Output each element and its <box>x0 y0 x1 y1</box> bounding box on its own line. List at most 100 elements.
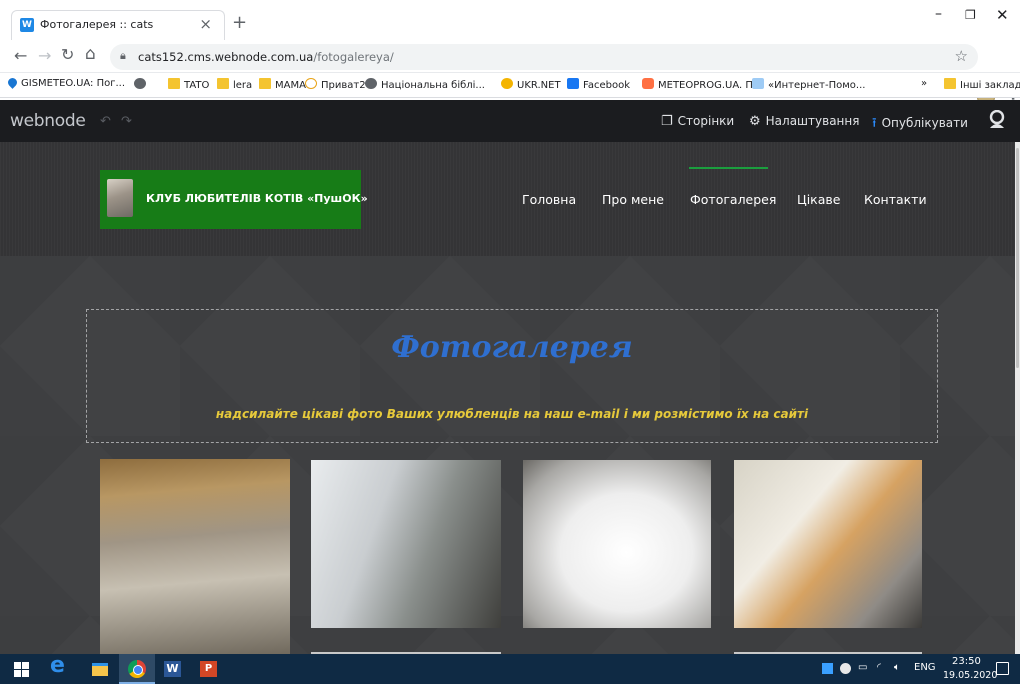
battery-icon[interactable]: ▭ <box>858 662 867 673</box>
file-explorer-icon[interactable] <box>92 663 108 676</box>
folder-icon <box>259 78 271 89</box>
reload-icon[interactable]: ↻ <box>61 45 74 64</box>
bookmark-label: «Интернет-Помо... <box>768 80 866 91</box>
redo-icon[interactable]: ↷ <box>121 114 132 129</box>
gallery-heading[interactable]: Фотогалерея <box>87 330 937 365</box>
close-window-icon[interactable]: ✕ <box>996 6 1009 24</box>
folder-icon <box>944 78 956 89</box>
bookmark-lera[interactable]: lera <box>217 78 252 91</box>
bookmark-internet-help[interactable]: «Интернет-Помо... <box>752 78 865 91</box>
publish-button[interactable]: ⭱ Опублікувати <box>872 114 968 136</box>
bookmark-library[interactable]: Національна біблі... <box>365 78 485 91</box>
site-header: КЛУБ ЛЮБИТЕЛІВ КОТІВ «ПушОК» Головна Про… <box>0 142 1020 256</box>
lock-icon[interactable]: 🔒︎ <box>120 49 126 63</box>
bookmarks-bar: GISMETEO.UA: Пог... TATO lera МАМА Прива… <box>0 73 1020 98</box>
webnode-favicon-icon: W <box>20 18 34 32</box>
url-path: /fotogalereya/ <box>313 50 394 64</box>
bookmark-meteoprog[interactable]: METEOPROG.UA. П... <box>642 78 762 91</box>
meteoprog-icon <box>642 78 654 89</box>
gallery-photo-1[interactable] <box>100 459 290 655</box>
bookmark-label: Національна біблі... <box>381 80 485 91</box>
bookmark-globe[interactable] <box>134 78 150 91</box>
bookmark-mama[interactable]: МАМА <box>259 78 306 91</box>
speaker-icon[interactable]: 🔈︎ <box>894 662 900 673</box>
gallery-photo-3[interactable] <box>523 460 711 628</box>
nav-item-about[interactable]: Про мене <box>602 192 664 207</box>
powerpoint-icon[interactable]: P <box>200 661 217 677</box>
bookmark-facebook[interactable]: Facebook <box>567 78 630 91</box>
bookmark-label: GISMETEO.UA: Пог... <box>21 78 126 89</box>
bookmark-tato[interactable]: TATO <box>168 78 209 91</box>
bookmark-star-icon[interactable]: ☆ <box>955 47 968 65</box>
nav-item-contacts[interactable]: Контакти <box>864 192 927 207</box>
pages-button[interactable]: ❐ Сторінки <box>661 114 734 129</box>
word-icon[interactable]: W <box>164 661 181 677</box>
page-scrollbar-thumb[interactable] <box>1016 148 1019 368</box>
restore-window-icon[interactable]: ❐ <box>965 8 976 22</box>
bookmark-label: METEOPROG.UA. П... <box>658 80 763 91</box>
chrome-taskbar-button[interactable] <box>119 654 155 684</box>
home-icon[interactable]: ⌂ <box>85 44 96 64</box>
site-title: КЛУБ ЛЮБИТЕЛІВ КОТІВ «ПушОК» <box>146 192 368 205</box>
user-account-icon[interactable] <box>989 110 1005 128</box>
gear-icon: ⚙ <box>749 114 761 129</box>
url-text[interactable]: cats152.cms.webnode.com.ua/fotogalereya/ <box>138 50 394 64</box>
undo-icon[interactable]: ↶ <box>100 114 111 129</box>
network-shield-icon[interactable] <box>840 663 851 674</box>
chrome-icon <box>128 660 146 678</box>
bookmark-label: МАМА <box>275 80 306 91</box>
new-tab-button[interactable]: + <box>232 12 247 33</box>
forward-arrow-icon[interactable]: → <box>38 46 51 65</box>
privat24-icon <box>305 78 317 89</box>
gallery-photo-2[interactable] <box>311 460 501 628</box>
nav-item-home[interactable]: Головна <box>522 192 576 207</box>
folder-icon <box>217 78 229 89</box>
cat-logo-image <box>107 179 133 217</box>
bookmark-label: TATO <box>184 80 210 91</box>
settings-label: Налаштування <box>765 114 860 128</box>
gismeteo-drop-icon <box>6 76 19 89</box>
tray-app-icon[interactable] <box>822 663 833 674</box>
back-arrow-icon[interactable]: ← <box>14 46 27 65</box>
pages-icon: ❐ <box>661 114 673 129</box>
browser-tab-strip: W Фотогалерея :: cats × + – ❐ ✕ <box>0 0 1020 40</box>
folder-icon <box>168 78 180 89</box>
bookmark-label: UKR.NET <box>517 80 561 91</box>
facebook-icon <box>567 78 579 89</box>
bookmark-privat24[interactable]: Приват24 <box>305 78 372 91</box>
close-tab-icon[interactable]: × <box>199 15 212 33</box>
address-toolbar: ← → ↻ ⌂ 🔒︎ cats152.cms.webnode.com.ua/fo… <box>0 40 1020 106</box>
tab-title: Фотогалерея :: cats <box>40 18 154 31</box>
globe-icon <box>134 78 146 89</box>
language-indicator[interactable]: ENG <box>914 662 936 673</box>
windows-start-icon[interactable] <box>6 654 36 684</box>
active-nav-underline <box>689 167 768 169</box>
globe-icon <box>365 78 377 89</box>
publish-label: Опублікувати <box>881 116 968 130</box>
pages-label: Сторінки <box>677 114 735 128</box>
gallery-photo-4[interactable] <box>734 460 922 628</box>
minimize-window-icon[interactable]: – <box>935 6 942 22</box>
bookmarks-overflow-chevron-icon[interactable]: » <box>921 78 927 89</box>
wifi-icon[interactable]: ◜ <box>877 662 881 673</box>
edge-browser-icon[interactable]: e <box>50 653 74 683</box>
nav-item-gallery[interactable]: Фотогалерея <box>690 192 776 207</box>
browser-tab-active[interactable]: W Фотогалерея :: cats × <box>11 10 225 40</box>
webnode-logo[interactable]: webnode <box>10 111 86 131</box>
bookmark-label: Інші закладки <box>960 80 1020 91</box>
bookmark-gismeteo[interactable]: GISMETEO.UA: Пог... <box>6 76 126 89</box>
nav-item-interesting[interactable]: Цікаве <box>797 192 840 207</box>
gallery-subtitle[interactable]: надсилайте цікаві фото Ваших улюбленців … <box>87 407 937 421</box>
url-host: cats152.cms.webnode.com.ua <box>138 50 314 64</box>
bookmark-ukrnet[interactable]: UKR.NET <box>501 78 561 91</box>
bookmark-other[interactable]: Інші закладки <box>944 78 1020 91</box>
settings-button[interactable]: ⚙ Налаштування <box>749 114 859 129</box>
clock-date[interactable]: 19.05.2020 <box>943 670 997 681</box>
page-icon <box>752 78 764 89</box>
site-logo-block[interactable]: КЛУБ ЛЮБИТЕЛІВ КОТІВ «ПушОК» <box>100 170 368 229</box>
upload-icon: ⭱ <box>872 116 877 131</box>
url-bar[interactable]: 🔒︎ cats152.cms.webnode.com.ua/fotogalere… <box>110 44 978 70</box>
notification-center-icon[interactable] <box>996 662 1009 675</box>
clock-time[interactable]: 23:50 <box>952 656 981 667</box>
gallery-header-box[interactable]: Фотогалерея надсилайте цікаві фото Ваших… <box>86 309 938 443</box>
